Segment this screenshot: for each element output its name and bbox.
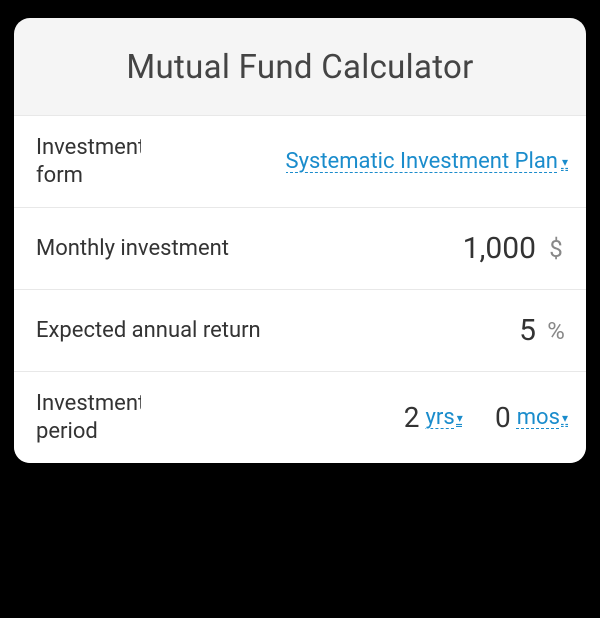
content-monthly-investment: $ [229,231,568,266]
label-monthly-investment: Monthly investment [36,235,229,263]
chevron-down-icon: ▾ [562,155,568,169]
label-investment-period: Investment period [36,390,141,445]
input-years[interactable] [380,401,420,434]
dropdown-months-unit[interactable]: mos ▾ [517,405,568,430]
content-expected-return: % [261,313,568,348]
years-unit-label: yrs [426,405,455,430]
dropdown-value: Systematic Investment Plan [286,149,558,174]
label-investment-form: Investment form [36,134,141,189]
unit-percent: % [544,317,568,345]
chevron-down-icon: ▾ [562,411,568,425]
input-months[interactable] [471,401,511,434]
dropdown-years-unit[interactable]: yrs ▾ [426,405,463,430]
row-investment-form: Investment form Systematic Investment Pl… [14,115,586,207]
card-title: Mutual Fund Calculator [14,18,586,115]
calculator-card: Mutual Fund Calculator Investment form S… [14,18,586,463]
dropdown-investment-form[interactable]: Systematic Investment Plan ▾ [286,149,568,174]
unit-dollar: $ [544,235,568,263]
input-expected-return[interactable] [416,313,536,348]
months-unit-label: mos [517,405,560,430]
row-expected-return: Expected annual return % [14,289,586,371]
months-group: mos ▾ [471,401,568,434]
content-investment-form: Systematic Investment Plan ▾ [141,149,568,174]
label-expected-return: Expected annual return [36,317,261,345]
content-investment-period: yrs ▾ mos ▾ [141,401,568,434]
years-group: yrs ▾ [380,401,463,434]
chevron-down-icon: ▾ [457,411,463,425]
row-investment-period: Investment period yrs ▾ mos ▾ [14,371,586,463]
row-monthly-investment: Monthly investment $ [14,207,586,289]
input-monthly-investment[interactable] [416,231,536,266]
